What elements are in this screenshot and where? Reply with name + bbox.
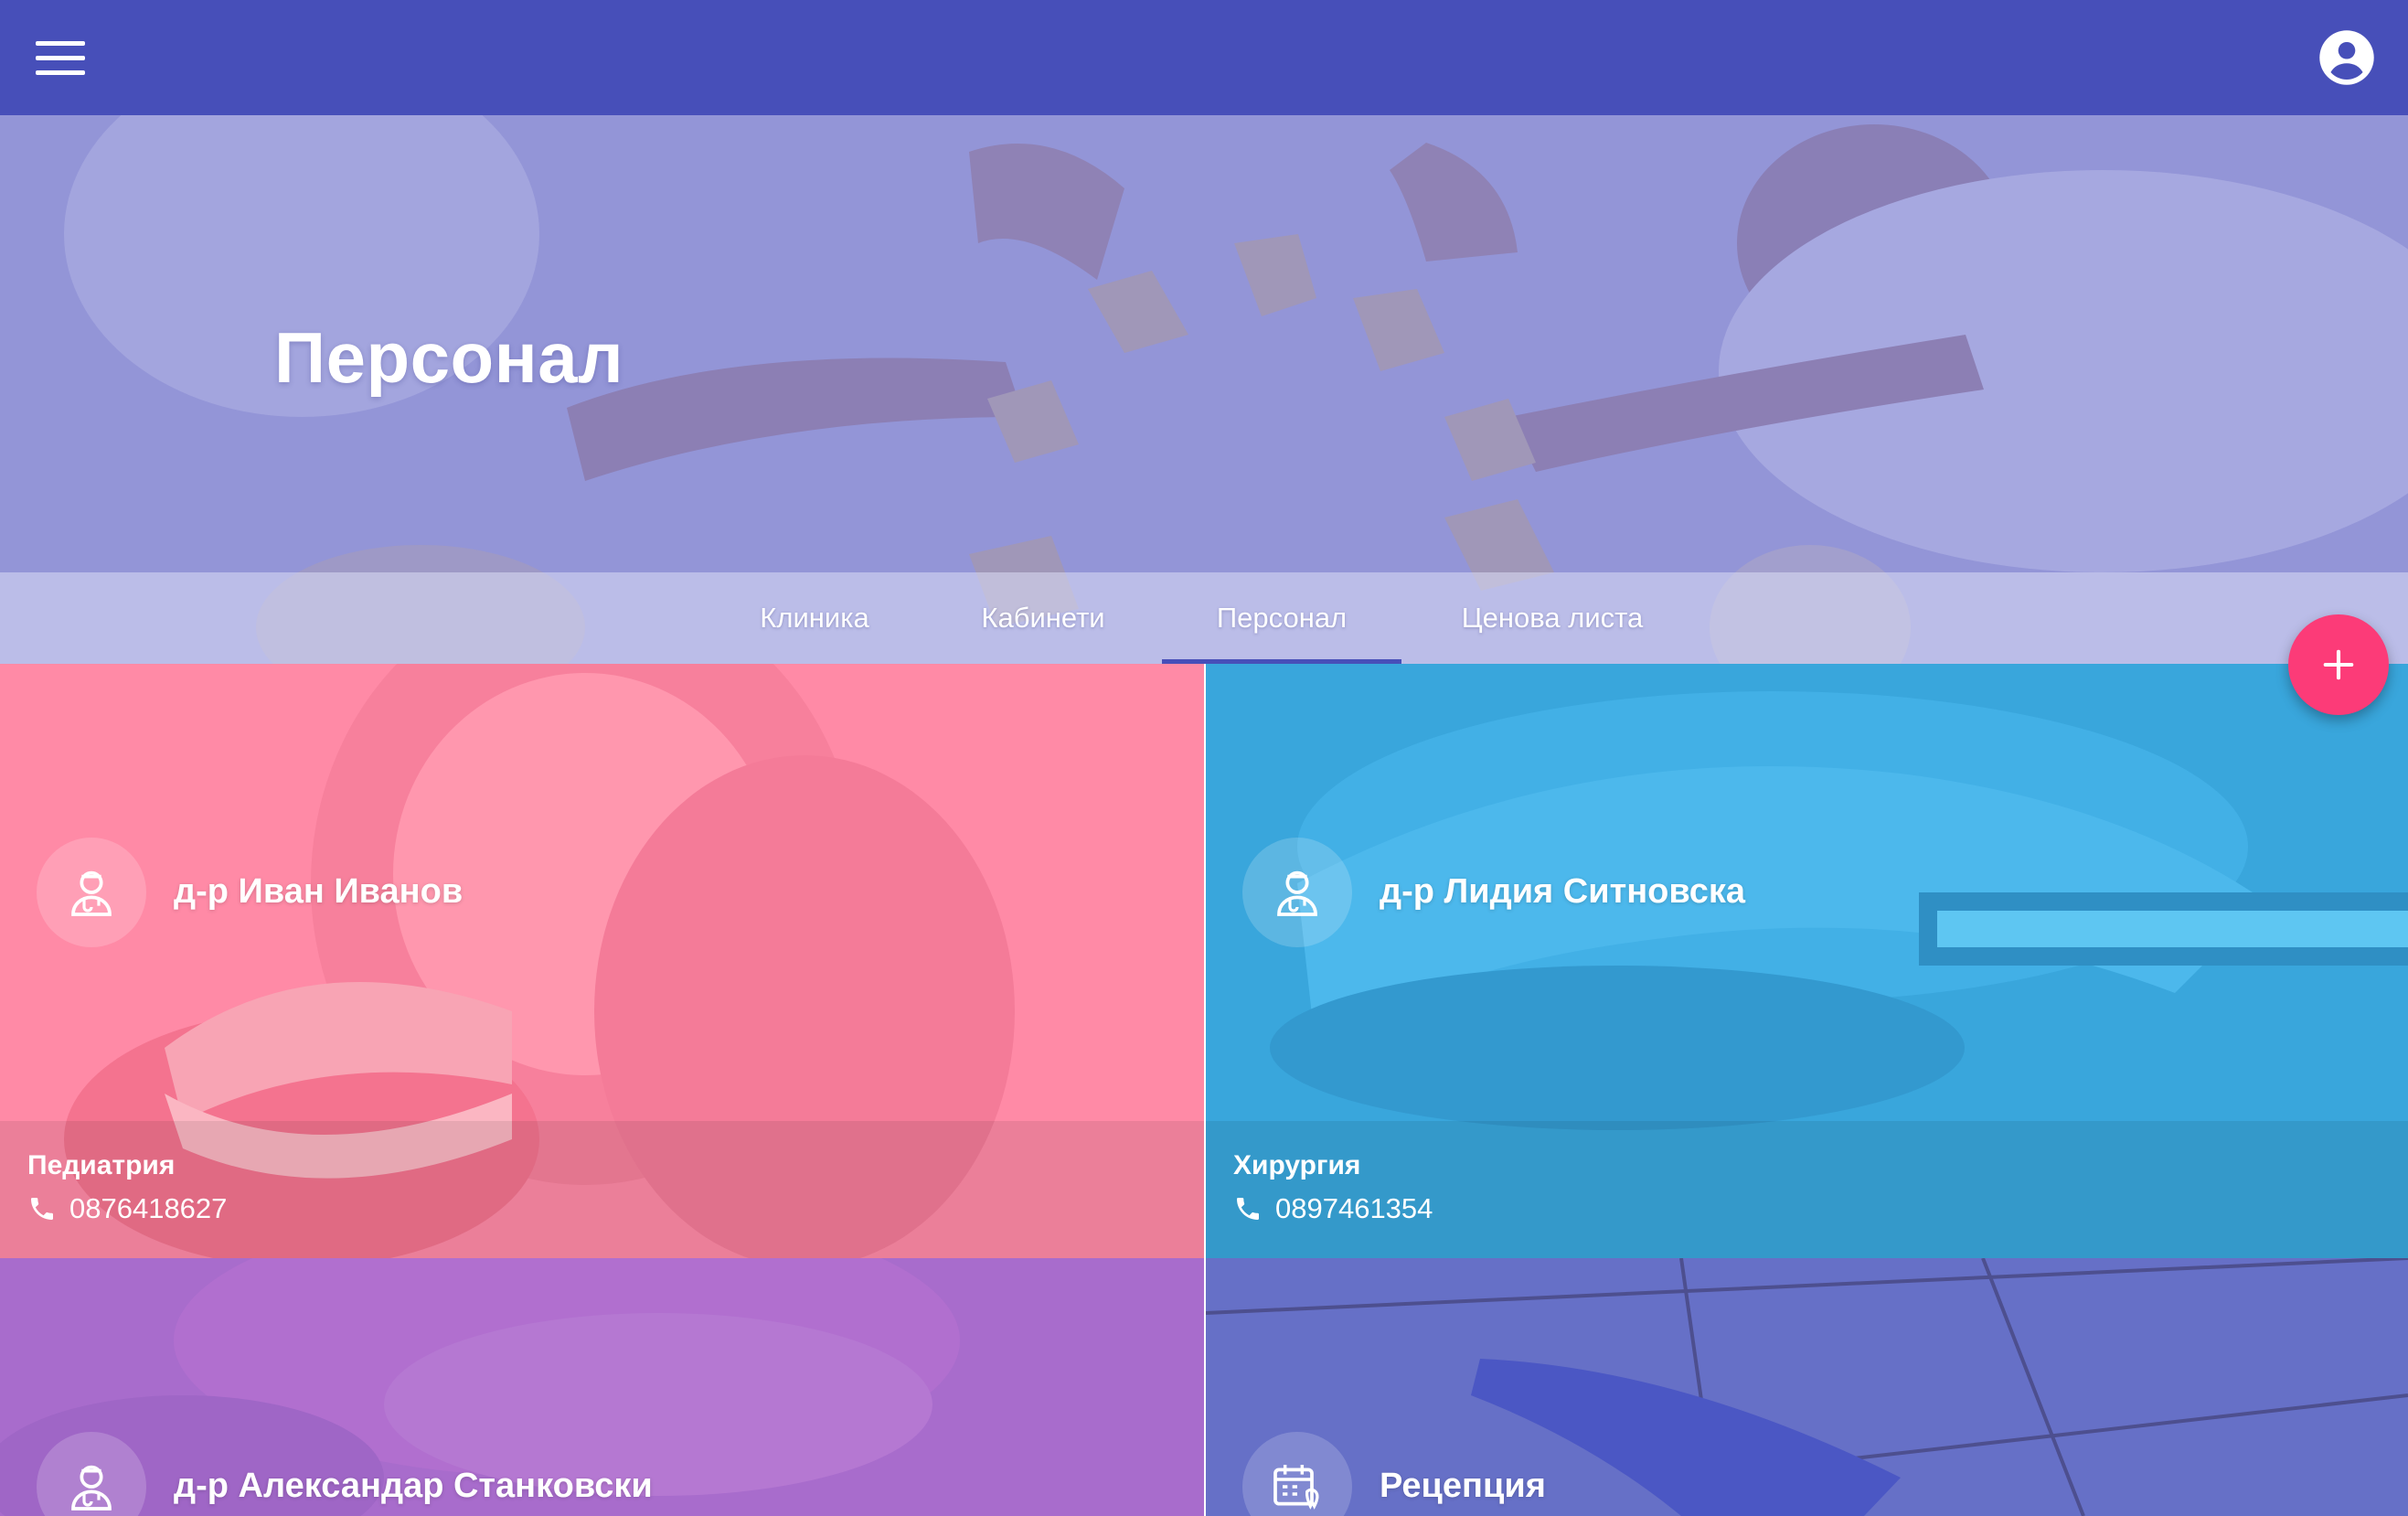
tab-staff[interactable]: Персонал — [1162, 572, 1401, 664]
staff-department: Педиатрия — [27, 1150, 176, 1180]
staff-card[interactable]: д-р Александар Станковски — [0, 1258, 1204, 1516]
phone-icon — [1237, 1198, 1259, 1220]
doctor-avatar — [1242, 838, 1352, 947]
staff-card[interactable]: д-р Иван Иванов Педиатрия 0876418627 — [0, 664, 1204, 1258]
staff-card-footer: Педиатрия 0876418627 — [0, 1121, 1204, 1258]
staff-name: д-р Александар Станковски — [174, 1467, 653, 1505]
tab-clinic[interactable]: Клиника — [705, 572, 924, 664]
page-title: Персонал — [274, 317, 624, 398]
plus-icon — [2323, 649, 2354, 680]
staff-phone[interactable]: 0876418627 — [27, 1192, 227, 1225]
account-circle-icon[interactable] — [2318, 29, 2375, 86]
staff-name: д-р Иван Иванов — [174, 872, 463, 911]
phone-number: 0876418627 — [69, 1192, 228, 1224]
staff-card-footer: Хирургия 0897461354 — [1206, 1121, 2408, 1258]
add-staff-button[interactable] — [2288, 614, 2389, 715]
phone-number: 0897461354 — [1275, 1192, 1433, 1224]
phone-icon — [31, 1198, 53, 1220]
app-bar — [0, 0, 2408, 115]
tab-price-list[interactable]: Ценова листа — [1401, 572, 1703, 664]
section-tabs: Клиника Кабинети Персонал Ценова листа — [0, 572, 2408, 664]
doctor-icon — [1277, 870, 1317, 916]
calendar-tooth-icon — [1273, 1465, 1319, 1510]
staff-name: Рецепция — [1380, 1467, 1546, 1505]
staff-card[interactable]: д-р Лидия Ситновска Хирургия 0897461354 — [1206, 664, 2408, 1258]
staff-card[interactable]: Рецепция — [1206, 1258, 2408, 1516]
staff-department: Хирургия — [1233, 1150, 1361, 1180]
staff-phone[interactable]: 0897461354 — [1233, 1192, 1433, 1225]
staff-name: д-р Лидия Ситновска — [1380, 872, 1746, 911]
doctor-avatar — [37, 838, 146, 947]
hamburger-menu-icon[interactable] — [27, 30, 93, 85]
doctor-icon — [71, 1465, 112, 1511]
tab-rooms[interactable]: Кабинети — [924, 572, 1162, 664]
doctor-icon — [71, 870, 112, 916]
